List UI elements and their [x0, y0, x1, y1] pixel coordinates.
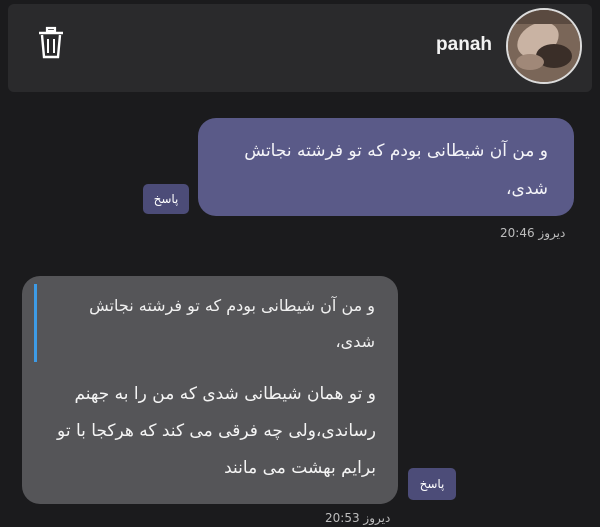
- chat-header: panah: [8, 4, 592, 92]
- quoted-message[interactable]: و من آن شیطانی بودم که تو فرشته نجاتش شد…: [34, 284, 387, 362]
- message-text: و من آن شیطانی بودم که تو فرشته نجاتش شد…: [244, 141, 548, 199]
- reply-button[interactable]: پاسخ: [408, 468, 456, 500]
- contact-name[interactable]: panah: [436, 34, 492, 56]
- message-bubble-incoming[interactable]: و من آن شیطانی بودم که تو فرشته نجاتش شد…: [22, 276, 398, 504]
- trash-icon[interactable]: [36, 26, 66, 60]
- user-avatar[interactable]: [506, 8, 582, 84]
- reply-button[interactable]: پاسخ: [143, 184, 189, 214]
- message-bubble-outgoing[interactable]: و من آن شیطانی بودم که تو فرشته نجاتش شد…: [198, 118, 574, 216]
- message-text: و تو همان شیطانی شدی که من را به جهنم رس…: [57, 384, 376, 478]
- message-timestamp: دیروز 20:46: [500, 226, 566, 240]
- message-timestamp: دیروز 20:53: [325, 511, 391, 525]
- quoted-text: و من آن شیطانی بودم که تو فرشته نجاتش شد…: [89, 296, 375, 351]
